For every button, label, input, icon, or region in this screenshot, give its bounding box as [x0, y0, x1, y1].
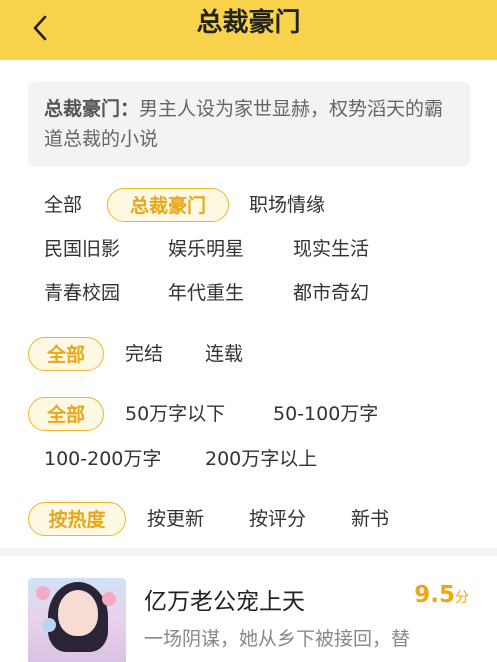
category-tag-workplace[interactable]: 职场情缘	[249, 188, 325, 222]
category-row-3: 青春校园 年代重生 都市奇幻	[0, 276, 497, 314]
description-key: 总裁豪门：	[44, 98, 140, 120]
category-tag-urban-fantasy[interactable]: 都市奇幻	[293, 276, 369, 310]
book-title[interactable]: 亿万老公宠上天	[144, 582, 305, 616]
word-filter-row-1: 全部 50万字以下 50-100万字	[0, 397, 497, 435]
category-tag-campus[interactable]: 青春校园	[44, 276, 120, 310]
status-tag-all[interactable]: 全部	[28, 337, 104, 371]
category-tag-rebirth[interactable]: 年代重生	[168, 276, 244, 310]
sort-tag-updated[interactable]: 按更新	[147, 502, 204, 536]
book-cover	[28, 578, 126, 662]
word-tag-50-100[interactable]: 50-100万字	[273, 397, 378, 431]
book-list-item[interactable]: 亿万老公宠上天 9.5分 一场阴谋，她从乡下被接回，替	[0, 556, 497, 662]
category-tag-entertainment[interactable]: 娱乐明星	[168, 232, 244, 266]
word-tag-over-200[interactable]: 200万字以上	[205, 442, 317, 476]
top-bar: 总裁豪门	[0, 0, 497, 60]
category-tag-real-life[interactable]: 现实生活	[293, 232, 369, 266]
category-row-1: 全部 总裁豪门 职场情缘	[0, 188, 497, 226]
status-tag-ongoing[interactable]: 连载	[205, 337, 243, 371]
book-intro: 一场阴谋，她从乡下被接回，替	[144, 628, 411, 650]
cover-art-flower	[42, 618, 56, 632]
sort-tag-popularity[interactable]: 按热度	[28, 502, 126, 536]
book-score-unit: 分	[455, 590, 469, 606]
category-tag-republic[interactable]: 民国旧影	[44, 232, 120, 266]
word-tag-all[interactable]: 全部	[28, 397, 104, 431]
sort-filter-row: 按热度 按更新 按评分 新书	[0, 502, 497, 540]
word-tag-under-50[interactable]: 50万字以下	[125, 397, 225, 431]
category-tag-ceo[interactable]: 总裁豪门	[107, 188, 229, 222]
sort-tag-new[interactable]: 新书	[351, 502, 389, 536]
cover-art-flower	[102, 592, 116, 606]
sort-tag-rating[interactable]: 按评分	[249, 502, 306, 536]
cover-art-flower	[36, 586, 50, 600]
word-tag-100-200[interactable]: 100-200万字	[44, 442, 161, 476]
word-filter-row-2: 100-200万字 200万字以上	[0, 442, 497, 480]
status-filter-row: 全部 完结 连载	[0, 337, 497, 375]
book-score: 9.5分	[414, 582, 469, 608]
category-tag-all[interactable]: 全部	[44, 188, 82, 222]
status-tag-finished[interactable]: 完结	[125, 337, 163, 371]
category-description: 总裁豪门：男主人设为家世显赫，权势滔天的霸道总裁的小说	[28, 82, 470, 166]
section-divider	[0, 548, 497, 556]
book-score-value: 9.5	[414, 582, 455, 608]
page-title: 总裁豪门	[196, 8, 301, 38]
category-row-2: 民国旧影 娱乐明星 现实生活	[0, 232, 497, 270]
cover-art-face	[58, 590, 98, 636]
